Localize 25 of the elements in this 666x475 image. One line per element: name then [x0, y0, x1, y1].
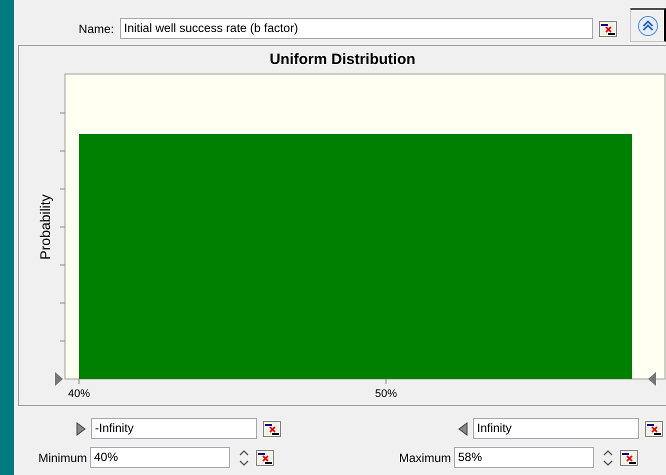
y-axis-label: Probability — [37, 194, 53, 260]
value-field[interactable]: 58% — [454, 447, 594, 468]
link-icon[interactable] — [256, 450, 274, 466]
x-tick-label: 50% — [374, 388, 398, 400]
spinner-icon[interactable] — [602, 448, 614, 466]
name-label: Name: — [78, 20, 115, 38]
minimum-label: Minimum — [37, 450, 88, 466]
right-triangle-icon[interactable] — [76, 422, 86, 436]
bound-field[interactable]: -Infinity — [91, 418, 257, 439]
link-icon[interactable] — [599, 20, 617, 36]
spinner-icon[interactable] — [238, 448, 250, 466]
link-icon[interactable] — [645, 420, 663, 436]
bound-field[interactable]: Infinity — [473, 418, 639, 439]
value-field[interactable]: 40% — [90, 447, 230, 468]
double-chevron-up-icon[interactable] — [636, 14, 658, 36]
collapse-button[interactable] — [630, 8, 666, 42]
lower-bound-handle[interactable] — [55, 372, 63, 386]
upper-bound-handle[interactable] — [648, 372, 656, 386]
name-field[interactable]: Initial well success rate (b factor) — [120, 18, 593, 39]
chart-title: Uniform Distribution — [268, 50, 416, 70]
maximum-label: Maximum — [398, 450, 452, 466]
link-icon[interactable] — [263, 420, 281, 436]
link-icon[interactable] — [620, 450, 638, 466]
left-triangle-icon[interactable] — [458, 422, 468, 436]
x-tick-label: 40% — [68, 388, 90, 400]
